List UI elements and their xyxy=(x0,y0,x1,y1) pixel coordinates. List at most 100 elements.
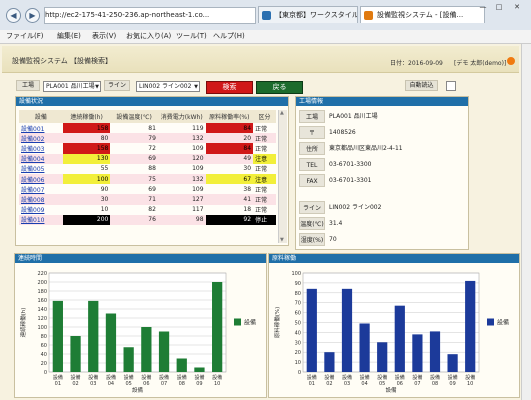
menu-view[interactable]: 表示(V) xyxy=(92,30,116,43)
bar xyxy=(429,331,441,372)
power-cell: 109 xyxy=(157,143,206,154)
x-tick-label: 設備 xyxy=(342,374,352,381)
factory-select[interactable]: PLA001 品川工場 ▼ xyxy=(43,81,101,92)
power-cell: 109 xyxy=(157,184,206,195)
line-select[interactable]: LIN002 ライン002 ▼ xyxy=(136,81,200,92)
x-tick-label: 設備 xyxy=(465,374,475,381)
x-tick-label: 設備 xyxy=(88,374,98,381)
x-tick-label: 設備 xyxy=(324,374,334,381)
y-tick-label: 80 xyxy=(295,291,301,297)
menu-tools[interactable]: ツール(T) xyxy=(176,30,207,43)
y-tick-label: 30 xyxy=(295,340,301,346)
status-cell: 正常 xyxy=(253,143,276,154)
temp-cell: 81 xyxy=(110,123,158,134)
bar xyxy=(324,352,335,372)
x-tick-label: 設備 xyxy=(412,374,422,381)
x-tick-label: 08 xyxy=(432,381,438,387)
equipment-link[interactable]: 設備001 xyxy=(19,123,63,134)
x-tick-label: 設備 xyxy=(377,374,387,381)
bar xyxy=(105,313,117,372)
equipment-link[interactable]: 設備005 xyxy=(19,163,63,174)
page-icon xyxy=(262,11,271,20)
y-tick-label: 70 xyxy=(295,301,301,307)
temp-cell: 79 xyxy=(110,133,158,144)
equipment-link[interactable]: 設備002 xyxy=(19,133,63,144)
x-tick-label: 設備 xyxy=(430,374,440,381)
power-cell: 132 xyxy=(157,133,206,144)
x-tick-label: 設備 xyxy=(124,374,134,381)
temp-cell: 88 xyxy=(110,163,158,174)
logout-icon[interactable] xyxy=(507,57,515,65)
table-scrollbar[interactable]: ▲ ▼ xyxy=(278,110,287,243)
legend-label: 設備 xyxy=(244,319,256,327)
scroll-down-icon[interactable]: ▼ xyxy=(280,237,284,243)
col-header-rate: 原料稼働率(%) xyxy=(205,110,254,123)
equipment-link[interactable]: 設備009 xyxy=(19,204,63,215)
x-tick-label: 06 xyxy=(397,381,403,387)
bar xyxy=(88,300,99,372)
browser-tab-1[interactable]: 【東京都】ワークスタイル... xyxy=(258,6,358,23)
close-icon[interactable]: ✕ xyxy=(510,2,524,12)
vertical-scrollbar[interactable] xyxy=(521,44,531,400)
menu-edit[interactable]: 編集(E) xyxy=(57,30,81,43)
info-value: 31.4 xyxy=(329,220,343,227)
equipment-link[interactable]: 設備003 xyxy=(19,143,63,154)
bar xyxy=(141,327,152,372)
x-tick-label: 設備 xyxy=(307,374,317,381)
rate-cell: 38 xyxy=(205,184,254,195)
x-tick-label: 設備 xyxy=(141,374,151,381)
info-label: 〒 xyxy=(299,126,325,139)
status-panel-title: 設備状況 xyxy=(16,97,288,106)
y-tick-label: 220 xyxy=(37,271,47,277)
y-tick-label: 160 xyxy=(37,298,47,304)
y-tick-label: 0 xyxy=(44,370,47,376)
tab-label: 設備監視システム - [設備... xyxy=(377,11,464,19)
col-header-hours: 連続稼働(h) xyxy=(62,110,111,123)
info-label: 温度(℃) xyxy=(299,217,325,230)
info-label: FAX xyxy=(299,174,325,187)
line-select-value: LIN002 ライン002 xyxy=(139,83,192,90)
y-tick-label: 10 xyxy=(295,360,301,366)
forward-arrow-icon[interactable]: ▶ xyxy=(25,8,40,23)
menu-favorites[interactable]: お気に入り(A) xyxy=(126,30,171,43)
y-tick-label: 80 xyxy=(41,334,47,340)
maximize-icon[interactable]: □ xyxy=(492,2,506,12)
equipment-link[interactable]: 設備008 xyxy=(19,194,63,205)
menu-file[interactable]: ファイル(F) xyxy=(6,30,44,43)
hours-cell: 158 xyxy=(62,123,111,134)
power-cell: 117 xyxy=(157,204,206,215)
equipment-link[interactable]: 設備006 xyxy=(19,173,63,185)
hours-cell: 30 xyxy=(62,194,111,205)
back-button[interactable]: 戻る xyxy=(256,81,303,94)
equipment-link[interactable]: 設備004 xyxy=(19,153,63,164)
y-tick-label: 90 xyxy=(295,281,301,287)
search-button[interactable]: 検索 xyxy=(206,81,253,94)
legend-swatch xyxy=(234,318,241,326)
rate-chart-title: 原料稼働 xyxy=(269,254,519,263)
info-value: 70 xyxy=(329,236,337,243)
temp-cell: 71 xyxy=(110,194,158,205)
browser-tab-2[interactable]: 設備監視システム - [設備... xyxy=(360,6,485,23)
hours-chart-title: 連続時間 xyxy=(15,254,266,263)
minimize-icon[interactable]: — xyxy=(476,2,490,12)
bar xyxy=(70,336,81,372)
x-tick-label: 設備 xyxy=(448,374,458,381)
x-tick-label: 設備 xyxy=(360,374,370,381)
line-label: ライン xyxy=(104,80,130,91)
status-table-header: 設備 連続稼働(h) 設備温度(℃) 消費電力(kWh) 原料稼働率(%) 区分 xyxy=(19,110,276,123)
equipment-link[interactable]: 設備010 xyxy=(19,214,63,225)
rate-cell: 84 xyxy=(205,143,254,154)
equipment-link[interactable]: 設備007 xyxy=(19,184,63,195)
x-tick-label: 05 xyxy=(379,381,385,387)
scroll-up-icon[interactable]: ▲ xyxy=(280,110,284,116)
address-bar[interactable]: http://ec2-175-41-250-236.ap-northeast-1… xyxy=(44,7,256,24)
status-cell: 正常 xyxy=(253,194,276,205)
menu-help[interactable]: ヘルプ(H) xyxy=(213,30,245,43)
x-axis-label: 設備 xyxy=(385,386,397,394)
rate-chart-panel: 原料稼働 0 10 20 30 40 50 60 70 80 90 100 設備 01 設備 02 設備 03 設… xyxy=(268,253,520,398)
back-arrow-icon[interactable]: ◀ xyxy=(6,8,21,23)
y-tick-label: 50 xyxy=(295,321,301,327)
bar xyxy=(194,367,205,372)
auto-refresh-checkbox[interactable] xyxy=(446,81,456,91)
bar xyxy=(465,280,476,372)
